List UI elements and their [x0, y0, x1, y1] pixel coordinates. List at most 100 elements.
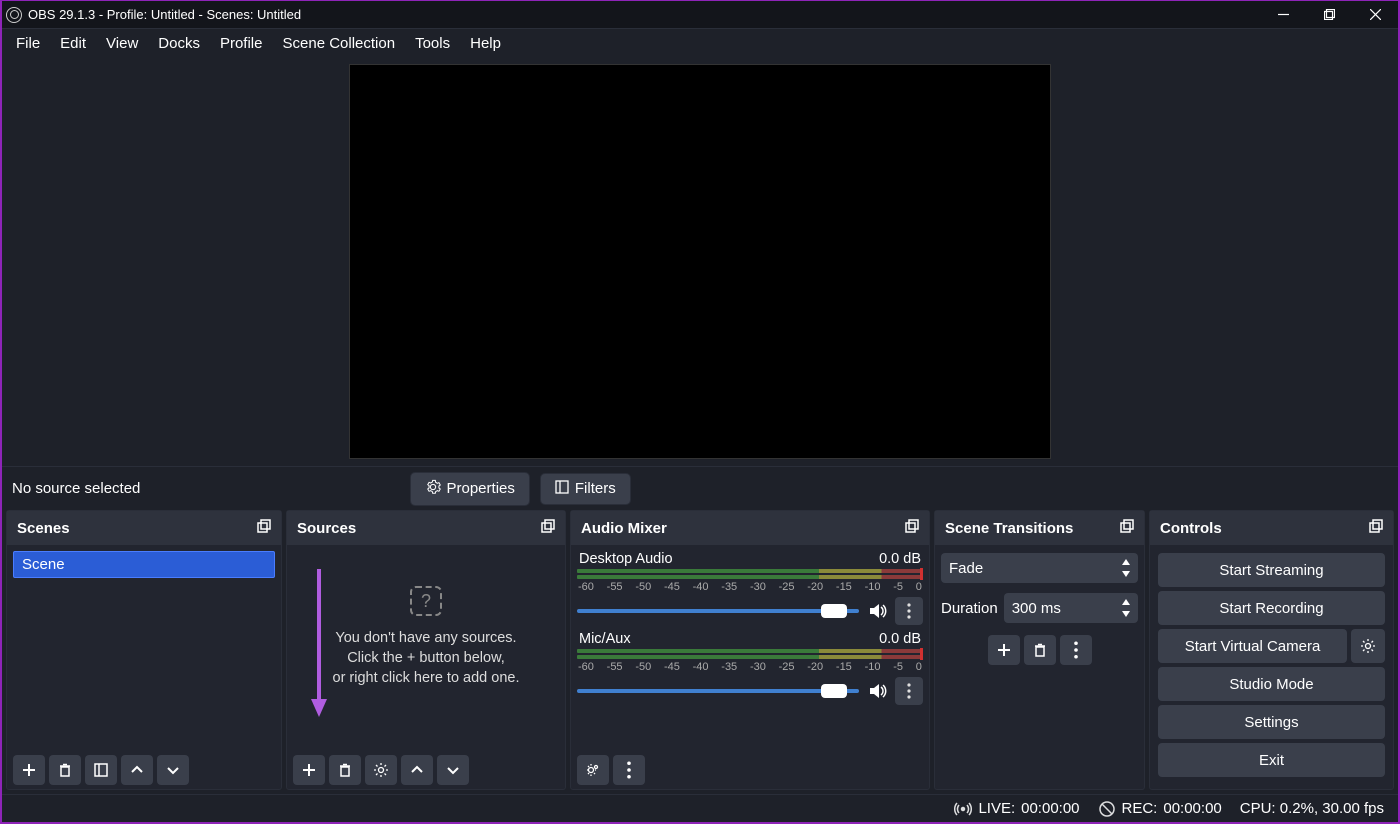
audio-meter: [577, 569, 923, 573]
add-transition-button[interactable]: [988, 635, 1020, 665]
audio-meter: [577, 649, 923, 653]
dock-sources-title: Sources: [297, 520, 356, 537]
start-virtual-camera-button[interactable]: Start Virtual Camera: [1158, 629, 1347, 663]
gear-icon: [425, 479, 441, 499]
scene-move-down-button[interactable]: [157, 755, 189, 785]
preview-area[interactable]: [2, 57, 1398, 466]
settings-button[interactable]: Settings: [1158, 705, 1385, 739]
dock-mixer-title: Audio Mixer: [581, 520, 667, 537]
empty-line-1: You don't have any sources.: [335, 630, 516, 646]
audio-meter: [577, 575, 923, 579]
volume-slider[interactable]: [577, 689, 859, 693]
dock-popout-icon[interactable]: [1120, 519, 1134, 537]
menu-bar: File Edit View Docks Profile Scene Colle…: [2, 29, 1398, 57]
cpu-text: CPU: 0.2%, 30.00 fps: [1240, 800, 1384, 817]
window-buttons: [1260, 1, 1398, 28]
studio-mode-button[interactable]: Studio Mode: [1158, 667, 1385, 701]
remove-transition-button[interactable]: [1024, 635, 1056, 665]
meter-ticks: -60-55-50-45-40-35-30-25-20-15-10-50: [577, 581, 923, 593]
minimize-button[interactable]: [1260, 1, 1306, 28]
mixer-advanced-button[interactable]: [577, 755, 609, 785]
transition-select[interactable]: Fade: [941, 553, 1138, 583]
menu-edit[interactable]: Edit: [50, 31, 96, 56]
mixer-channel-desktop: Desktop Audio0.0 dB -60-55-50-45-40-35-3…: [577, 551, 923, 625]
status-cpu: CPU: 0.2%, 30.00 fps: [1240, 800, 1384, 817]
filters-label: Filters: [575, 480, 616, 497]
start-recording-button[interactable]: Start Recording: [1158, 591, 1385, 625]
source-move-down-button[interactable]: [437, 755, 469, 785]
status-bar: LIVE: 00:00:00 REC: 00:00:00 CPU: 0.2%, …: [2, 794, 1398, 822]
title-bar: OBS 29.1.3 - Profile: Untitled - Scenes:…: [2, 1, 1398, 29]
duration-label: Duration: [941, 600, 998, 617]
close-button[interactable]: [1352, 1, 1398, 28]
broadcast-icon: [954, 800, 972, 818]
source-properties-button[interactable]: [365, 755, 397, 785]
filters-button[interactable]: Filters: [540, 473, 631, 505]
transition-menu-button[interactable]: [1060, 635, 1092, 665]
dock-audio-mixer: Audio Mixer Desktop Audio0.0 dB -60-55-5…: [570, 510, 930, 790]
scenes-list[interactable]: Scene: [7, 545, 281, 751]
pause-icon: [1098, 800, 1116, 818]
dock-scenes-header: Scenes: [7, 511, 281, 545]
dock-popout-icon[interactable]: [905, 519, 919, 537]
dock-scenes-title: Scenes: [17, 520, 70, 537]
menu-tools[interactable]: Tools: [405, 31, 460, 56]
start-streaming-button[interactable]: Start Streaming: [1158, 553, 1385, 587]
menu-file[interactable]: File: [6, 31, 50, 56]
duration-value: 300 ms: [1012, 600, 1061, 617]
exit-button[interactable]: Exit: [1158, 743, 1385, 777]
properties-button[interactable]: Properties: [410, 472, 530, 506]
transition-current: Fade: [949, 560, 983, 577]
dock-scenes: Scenes Scene: [6, 510, 282, 790]
status-live: LIVE: 00:00:00: [954, 800, 1079, 818]
scene-item[interactable]: Scene: [13, 551, 275, 578]
transitions-body: Fade Duration 300 ms: [935, 545, 1144, 789]
dock-sources-header: Sources: [287, 511, 565, 545]
scenes-toolbar: [7, 751, 281, 789]
mute-button[interactable]: [867, 681, 887, 701]
mixer-menu-button[interactable]: [613, 755, 645, 785]
empty-line-2: Click the + button below,: [347, 650, 505, 666]
duration-spinner[interactable]: 300 ms: [1004, 593, 1138, 623]
remove-scene-button[interactable]: [49, 755, 81, 785]
scene-move-up-button[interactable]: [121, 755, 153, 785]
channel-menu-button[interactable]: [895, 597, 923, 625]
meter-ticks: -60-55-50-45-40-35-30-25-20-15-10-50: [577, 661, 923, 673]
spinner-icon: [1118, 556, 1134, 580]
menu-profile[interactable]: Profile: [210, 31, 273, 56]
dock-popout-icon[interactable]: [541, 519, 555, 537]
channel-db: 0.0 dB: [879, 631, 921, 647]
status-rec: REC: 00:00:00: [1098, 800, 1222, 818]
preview-canvas[interactable]: [349, 64, 1051, 459]
menu-help[interactable]: Help: [460, 31, 511, 56]
dock-popout-icon[interactable]: [1369, 519, 1383, 537]
maximize-button[interactable]: [1306, 1, 1352, 28]
dock-transitions-title: Scene Transitions: [945, 520, 1073, 537]
channel-menu-button[interactable]: [895, 677, 923, 705]
remove-source-button[interactable]: [329, 755, 361, 785]
filters-icon: [555, 480, 569, 498]
dock-controls: Controls Start Streaming Start Recording…: [1149, 510, 1394, 790]
add-scene-button[interactable]: [13, 755, 45, 785]
hint-arrow-icon: [311, 569, 327, 717]
mixer-toolbar: [571, 751, 929, 789]
source-move-up-button[interactable]: [401, 755, 433, 785]
menu-docks[interactable]: Docks: [148, 31, 210, 56]
live-time: 00:00:00: [1021, 800, 1079, 817]
menu-scene-collection[interactable]: Scene Collection: [273, 31, 406, 56]
menu-view[interactable]: View: [96, 31, 148, 56]
dock-popout-icon[interactable]: [257, 519, 271, 537]
dock-controls-title: Controls: [1160, 520, 1222, 537]
selected-source-label: No source selected: [12, 480, 140, 497]
add-source-button[interactable]: [293, 755, 325, 785]
channel-db: 0.0 dB: [879, 551, 921, 567]
virtual-camera-settings-button[interactable]: [1351, 629, 1385, 663]
dock-sources: Sources ? You don't have any sources. Cl…: [286, 510, 566, 790]
controls-body: Start Streaming Start Recording Start Vi…: [1150, 545, 1393, 789]
sources-list[interactable]: ? You don't have any sources. Click the …: [287, 545, 565, 751]
docks-row: Scenes Scene Sources ? You don't have an…: [2, 510, 1398, 794]
mute-button[interactable]: [867, 601, 887, 621]
dock-transitions-header: Scene Transitions: [935, 511, 1144, 545]
scene-filter-button[interactable]: [85, 755, 117, 785]
volume-slider[interactable]: [577, 609, 859, 613]
